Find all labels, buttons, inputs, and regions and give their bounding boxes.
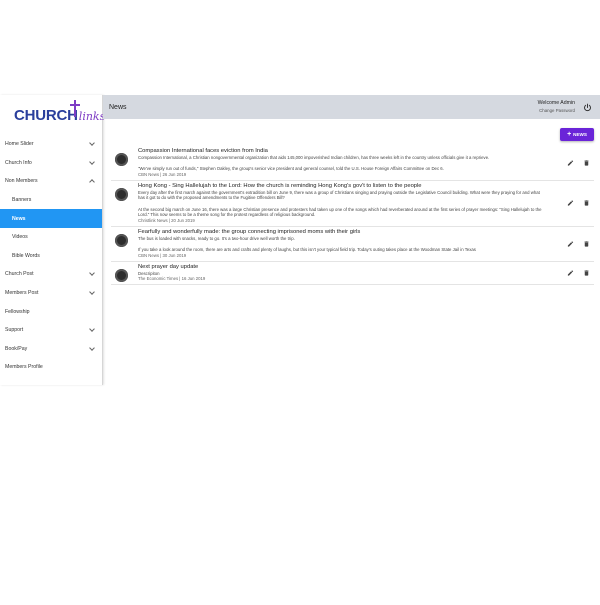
cross-icon — [70, 99, 80, 117]
app-window: CHURCH links Home Slider Church Info Non M… — [0, 95, 600, 385]
news-item[interactable]: Fearfully and wonderfully made: the grou… — [111, 227, 594, 262]
plus-icon: + — [567, 131, 572, 138]
chevron-down-icon[interactable] — [89, 326, 95, 333]
sidebar-item-bible-words[interactable]: Bible Words — [0, 247, 102, 266]
edit-icon[interactable] — [567, 269, 574, 276]
sidebar-item-label: Home Slider — [5, 141, 34, 148]
chevron-down-icon[interactable] — [89, 140, 95, 147]
news-item[interactable]: Next prayer day update Descripiton The Eco… — [111, 262, 594, 286]
sidebar: CHURCH links Home Slider Church Info Non M… — [0, 95, 106, 385]
sidebar-item-label: Videos — [12, 234, 28, 241]
sidebar-item-home-slider[interactable]: Home Slider — [0, 135, 102, 154]
logo-word: CHURCH — [14, 106, 78, 124]
change-password-link[interactable]: Change Password — [538, 107, 575, 114]
sidebar-item-label: Book/Pay — [5, 345, 28, 352]
logo-script: links — [78, 109, 106, 123]
sidebar-item-members-post[interactable]: Members Post — [0, 284, 102, 303]
sidebar-item-label: Members Profile — [5, 364, 43, 371]
sidebar-item-church-info[interactable]: Church Info — [0, 154, 102, 173]
news-avatar — [115, 233, 128, 247]
news-avatar — [115, 268, 128, 282]
welcome-text: Welcome Admin — [537, 100, 575, 106]
news-description: Compassion International, a Christian no… — [138, 155, 490, 172]
news-meta: CBN News | 30 Jun 2019 — [138, 252, 187, 258]
church-links-logo[interactable]: CHURCH links — [0, 95, 106, 135]
news-item[interactable]: Compassion International faces eviction … — [111, 146, 594, 181]
news-title: Next prayer day update — [138, 263, 199, 270]
news-list: Compassion International faces eviction … — [111, 146, 594, 286]
chevron-up-icon[interactable] — [89, 179, 95, 186]
sidebar-item-label: Non Members — [5, 178, 38, 185]
news-avatar — [115, 153, 128, 166]
news-title: Hong Kong - Sing Hallelujah to the Lord:… — [138, 182, 422, 189]
news-avatar — [115, 187, 128, 201]
user-area: Welcome Admin Change Password — [538, 100, 592, 114]
sidebar-item-label: Church Info — [5, 159, 32, 166]
news-description: The bus is loaded with snacks, ready to … — [138, 235, 476, 252]
news-title: Fearfully and wonderfully made: the grou… — [138, 228, 361, 235]
sidebar-item-label: Church Post — [5, 271, 34, 278]
sidebar-item-news[interactable]: News — [0, 209, 102, 228]
sidebar-nav: Home Slider Church Info Non Members Banners… — [0, 135, 102, 377]
chevron-down-icon[interactable] — [89, 289, 95, 295]
sidebar-item-members-profile[interactable]: Members Profile — [0, 358, 102, 377]
sidebar-item-banners[interactable]: Banners — [0, 191, 102, 210]
sidebar-item-label: Support — [5, 327, 24, 334]
sidebar-item-videos[interactable]: Videos — [0, 228, 102, 247]
main-content: + NEWS Compassion International faces ev… — [103, 119, 600, 385]
power-icon[interactable] — [583, 103, 592, 112]
sidebar-item-non-members[interactable]: Non Members — [0, 172, 102, 191]
sidebar-item-label: Bible Words — [12, 252, 40, 259]
add-news-button[interactable]: + NEWS — [560, 128, 594, 141]
news-meta: The Economic Times | 16 Jun 2019 — [138, 276, 206, 282]
edit-icon[interactable] — [567, 200, 574, 207]
news-meta: Christlink News | 20 Jun 2019 — [138, 217, 195, 223]
chevron-down-icon[interactable] — [89, 270, 95, 277]
news-item[interactable]: Hong Kong - Sing Hallelujah to the Lord:… — [111, 181, 594, 227]
sidebar-item-label: Members Post — [5, 290, 39, 297]
top-bar: News Welcome Admin Change Password — [103, 95, 600, 119]
edit-icon[interactable] — [567, 159, 574, 166]
sidebar-item-label: Fellowship — [5, 308, 30, 315]
chevron-down-icon[interactable] — [89, 159, 95, 165]
sidebar-item-support[interactable]: Support — [0, 321, 102, 340]
sidebar-item-church-post[interactable]: Church Post — [0, 265, 102, 284]
news-meta: CBN News | 26 Jun 2019 — [138, 171, 187, 177]
delete-icon[interactable] — [583, 200, 590, 207]
chevron-down-icon[interactable] — [89, 344, 95, 351]
add-news-label: NEWS — [573, 132, 587, 137]
sidebar-item-fellowship[interactable]: Fellowship — [0, 302, 102, 321]
page-title: News — [109, 103, 127, 111]
delete-icon[interactable] — [583, 240, 590, 247]
sidebar-item-label: Banners — [12, 197, 32, 204]
delete-icon[interactable] — [583, 159, 590, 166]
sidebar-item-book-pay[interactable]: Book/Pay — [0, 340, 102, 359]
delete-icon[interactable] — [583, 269, 590, 276]
edit-icon[interactable] — [567, 240, 574, 247]
news-description: Every day after the first march against … — [138, 189, 542, 218]
sidebar-item-label: News — [12, 215, 26, 222]
news-title: Compassion International faces eviction … — [138, 148, 268, 154]
